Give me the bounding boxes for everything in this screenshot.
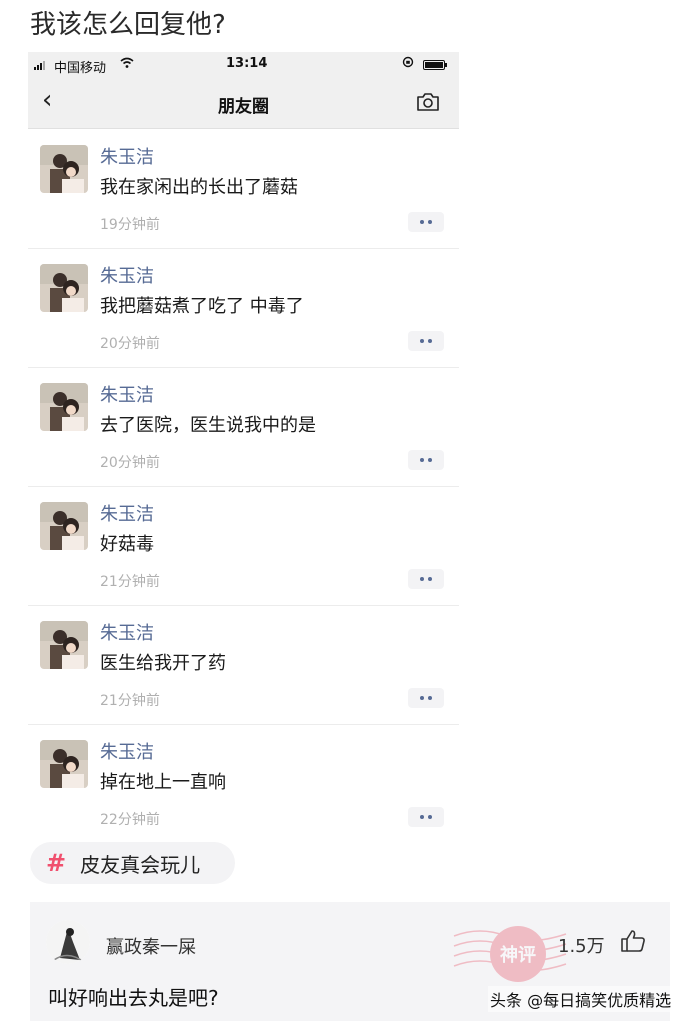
status-time: 13:14: [226, 56, 268, 71]
moment-item: 朱玉洁 医生给我开了药 21分钟前: [28, 605, 459, 725]
god-comment-stamp: 神评: [453, 926, 567, 982]
topic-tag-label: 皮友真会玩儿: [80, 852, 201, 877]
moment-text: 去了医院，医生说我中的是: [100, 415, 316, 436]
moment-item: 朱玉洁 去了医院，医生说我中的是 20分钟前: [28, 367, 459, 487]
moment-time: 19分钟前: [100, 217, 160, 233]
moment-time: 21分钟前: [100, 574, 160, 590]
moment-text: 我在家闲出的长出了蘑菇: [100, 177, 298, 198]
avatar[interactable]: [40, 740, 88, 788]
moment-time: 20分钟前: [100, 455, 160, 471]
moment-text: 我把蘑菇煮了吃了 中毒了: [100, 296, 304, 317]
more-icon[interactable]: [408, 331, 444, 351]
moment-item: 朱玉洁 掉在地上一直响 22分钟前: [28, 724, 459, 830]
more-icon[interactable]: [408, 569, 444, 589]
avatar[interactable]: [40, 502, 88, 550]
moment-item: 朱玉洁 好菇毒 21分钟前: [28, 486, 459, 606]
moment-author[interactable]: 朱玉洁: [100, 143, 154, 169]
hashtag-icon: #: [46, 849, 67, 877]
moment-item: 朱玉洁 我把蘑菇煮了吃了 中毒了 20分钟前: [28, 248, 459, 368]
commenter-name[interactable]: 赢政秦一屎: [106, 933, 196, 959]
moment-author[interactable]: 朱玉洁: [100, 381, 154, 407]
more-icon[interactable]: [408, 807, 444, 827]
avatar[interactable]: [40, 621, 88, 669]
moment-item: 朱玉洁 我在家闲出的长出了蘑菇 19分钟前: [28, 129, 459, 249]
more-icon[interactable]: [408, 450, 444, 470]
moment-author[interactable]: 朱玉洁: [100, 738, 154, 764]
like-count: 1.5万: [558, 936, 605, 957]
avatar[interactable]: [40, 383, 88, 431]
moment-time: 21分钟前: [100, 693, 160, 709]
moment-time: 20分钟前: [100, 336, 160, 352]
svg-text:神评: 神评: [500, 944, 536, 966]
signal-icon: [34, 61, 45, 70]
avatar[interactable]: [40, 145, 88, 193]
thumb-up-icon[interactable]: [620, 929, 646, 957]
moment-author[interactable]: 朱玉洁: [100, 619, 154, 645]
nav-bar: ‹ 朋友圈: [28, 79, 459, 129]
commenter-avatar[interactable]: [46, 920, 90, 964]
battery-icon: [423, 60, 447, 70]
moment-text: 掉在地上一直响: [100, 772, 226, 793]
topic-tag[interactable]: # 皮友真会玩儿: [30, 842, 235, 884]
moment-author[interactable]: 朱玉洁: [100, 500, 154, 526]
moment-author[interactable]: 朱玉洁: [100, 262, 154, 288]
camera-icon[interactable]: [416, 92, 439, 111]
moment-text: 好菇毒: [100, 534, 154, 555]
wifi-icon: [120, 54, 134, 76]
moment-text: 医生给我开了药: [100, 653, 226, 674]
page-title: 朋友圈: [218, 97, 269, 117]
lock-rotation-icon: [402, 56, 414, 71]
status-bar: 中国移动 13:14: [28, 52, 459, 79]
more-icon[interactable]: [408, 688, 444, 708]
more-icon[interactable]: [408, 212, 444, 232]
carrier-label: 中国移动: [54, 61, 107, 76]
post-question: 我该怎么回复他?: [30, 10, 226, 40]
moment-time: 22分钟前: [100, 812, 160, 828]
avatar[interactable]: [40, 264, 88, 312]
comment-text: 叫好响出去丸是吧?: [48, 986, 219, 1010]
watermark: 头条 @每日搞笑优质精选: [488, 986, 674, 1012]
wechat-moments-screenshot: 中国移动 13:14 ‹ 朋友圈 朱玉洁 我在家闲出的长出了蘑菇 19分钟前 朱…: [28, 52, 459, 830]
